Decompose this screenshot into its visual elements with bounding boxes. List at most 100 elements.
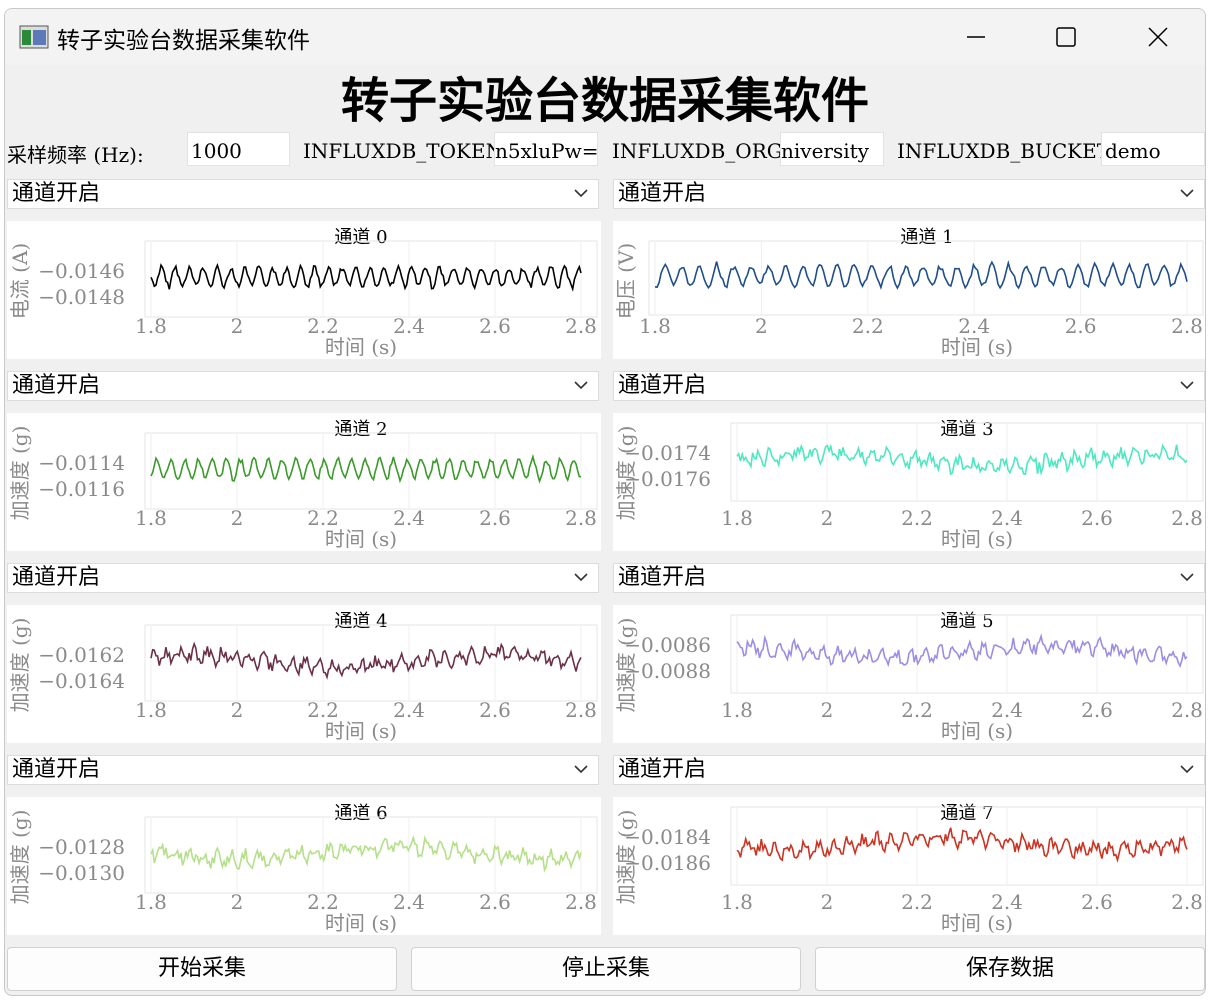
stop-acquisition-button[interactable]: 停止采集 <box>411 947 801 991</box>
x-tick-label: 1.8 <box>639 314 671 338</box>
plot-canvas: 通道 71.8 2 2.2 2.4 2.6 2.8时间 (s)加速度 (g)−0.0184… <box>614 803 1204 935</box>
plot-title: 通道 2 <box>334 419 387 440</box>
signal-trace <box>736 633 1188 668</box>
channel-select-value: 通道开启 <box>618 565 707 590</box>
bucket-input[interactable]: demo <box>1101 132 1205 166</box>
x-tick-label: 2.8 <box>565 314 597 338</box>
signal-trace <box>150 834 582 873</box>
signal-trace <box>150 453 582 484</box>
channel-2-plot: 通道 2 1.8 2 2.2 2.4 2.6 2.8 时间 (s) 加速度 (g) −0.0114… <box>7 413 601 551</box>
token-input[interactable]: n5xluPw== <box>494 132 598 166</box>
x-tick-label: 1.8 <box>135 698 167 722</box>
y-tick-label: −0.0176 <box>624 467 711 491</box>
x-tick-label: 2.2 <box>901 698 933 722</box>
x-tick-label: 2.8 <box>565 890 597 914</box>
y-tick-label: −0.0148 <box>38 285 125 309</box>
app-window: 转子实验台数据采集软件 转子实验台数据采集软件 采样频率 (Hz): 1000 … <box>4 8 1206 996</box>
channel-select-value: 通道开启 <box>12 373 101 398</box>
x-tick-label: 2.2 <box>901 506 933 530</box>
page-title: 转子实验台数据采集软件 <box>340 73 869 129</box>
channel-1-plot: 通道 1 1.8 2 2.2 2.4 2.6 2.8 时间 (s) 电压 (V) <box>613 221 1205 359</box>
chevron-down-icon <box>1180 381 1194 390</box>
channel-0-select[interactable]: 通道开启 <box>7 179 599 209</box>
channel-select-value: 通道开启 <box>618 181 707 206</box>
channel-select-value: 通道开启 <box>618 757 707 782</box>
x-tick-label: 2 <box>231 314 244 338</box>
y-axis-label: 电流 (A) <box>8 243 32 319</box>
x-tick-label: 2 <box>821 890 834 914</box>
x-axis-label: 时间 (s) <box>325 719 397 743</box>
plot-canvas: 通道 01.8 2 2.2 2.4 2.6 2.8时间 (s)电流 (A) −0.0146−… <box>8 227 598 359</box>
x-tick-label: 2.8 <box>1171 698 1203 722</box>
x-axis-label: 时间 (s) <box>325 527 397 551</box>
plot-title: 通道 6 <box>334 803 387 824</box>
org-input[interactable]: niversity <box>780 132 884 166</box>
channel-7-select[interactable]: 通道开启 <box>613 755 1205 785</box>
x-tick-label: 2.8 <box>1171 890 1203 914</box>
x-tick-label: 1.8 <box>135 314 167 338</box>
x-tick-label: 2.6 <box>479 698 511 722</box>
app-icon <box>19 25 49 49</box>
channel-select-value: 通道开启 <box>12 565 101 590</box>
x-tick-label: 2 <box>231 890 244 914</box>
x-axis-label: 时间 (s) <box>941 719 1013 743</box>
sample-rate-label: 采样频率 (Hz): <box>7 143 144 167</box>
plot-title: 通道 1 <box>900 227 953 248</box>
x-tick-label: 2 <box>821 506 834 530</box>
x-tick-label: 1.8 <box>721 890 753 914</box>
channel-0-plot: 通道 0 1.8 2 2.2 2.4 2.6 2.8 时间 (s) 电流 (A) −0.0146−… <box>7 221 601 359</box>
y-tick-label: −0.0174 <box>624 441 711 465</box>
title-bar: 转子实验台数据采集软件 <box>5 9 1205 65</box>
chevron-down-icon <box>1180 765 1194 774</box>
signal-trace <box>736 827 1188 863</box>
sample-rate-input[interactable]: 1000 <box>187 132 290 166</box>
y-axis-label: 加速度 (g) <box>8 810 32 905</box>
plot-title: 通道 3 <box>940 419 993 440</box>
minimize-button[interactable] <box>931 9 1021 65</box>
x-tick-label: 2.6 <box>1081 890 1113 914</box>
plot-title: 通道 4 <box>334 611 387 632</box>
channel-4-select[interactable]: 通道开启 <box>7 563 599 593</box>
x-tick-label: 2 <box>231 698 244 722</box>
plot-canvas: 通道 51.8 2 2.2 2.4 2.6 2.8时间 (s)加速度 (g)−0.0086… <box>614 611 1204 743</box>
chevron-down-icon <box>574 189 588 198</box>
channel-7-plot: 通道 7 1.8 2 2.2 2.4 2.6 2.8 时间 (s) 加速度 (g) −0.0184… <box>613 797 1205 935</box>
y-tick-label: −0.0186 <box>624 851 711 875</box>
x-tick-label: 2.6 <box>479 890 511 914</box>
channel-5-plot: 通道 5 1.8 2 2.2 2.4 2.6 2.8 时间 (s) 加速度 (g) −0.0086… <box>613 605 1205 743</box>
y-tick-label: −0.0164 <box>38 669 125 693</box>
org-label: INFLUXDB_ORG: <box>612 139 790 163</box>
save-data-button[interactable]: 保存数据 <box>815 947 1205 991</box>
channel-3-select[interactable]: 通道开启 <box>613 371 1205 401</box>
channel-6-select[interactable]: 通道开启 <box>7 755 599 785</box>
x-axis-label: 时间 (s) <box>325 335 397 359</box>
channel-1-select[interactable]: 通道开启 <box>613 179 1205 209</box>
maximize-icon <box>1056 27 1076 47</box>
y-tick-label: −0.0162 <box>38 643 125 667</box>
x-tick-label: 2.8 <box>565 698 597 722</box>
plot-canvas: 通道 31.8 2 2.2 2.4 2.6 2.8时间 (s)加速度 (g)−0.0174… <box>614 419 1204 551</box>
chevron-down-icon <box>574 573 588 582</box>
chevron-down-icon <box>1180 189 1194 198</box>
channel-5-select[interactable]: 通道开启 <box>613 563 1205 593</box>
x-tick-label: 2 <box>821 698 834 722</box>
x-tick-label: 2.6 <box>479 506 511 530</box>
x-tick-label: 1.8 <box>721 506 753 530</box>
x-axis-label: 时间 (s) <box>325 911 397 935</box>
plot-canvas: 通道 61.8 2 2.2 2.4 2.6 2.8时间 (s)加速度 (g) −0.0128… <box>8 803 598 935</box>
close-button[interactable] <box>1113 9 1203 65</box>
x-tick-label: 2.6 <box>479 314 511 338</box>
x-tick-label: 2.4 <box>393 314 425 338</box>
channel-select-value: 通道开启 <box>12 757 101 782</box>
x-tick-label: 2.8 <box>565 506 597 530</box>
plot-frame <box>648 240 1204 316</box>
x-tick-label: 2 <box>755 314 768 338</box>
y-tick-label: −0.0114 <box>38 451 125 475</box>
maximize-button[interactable] <box>1021 9 1111 65</box>
channel-select-value: 通道开启 <box>12 181 101 206</box>
y-axis-label: 加速度 (g) <box>8 618 32 713</box>
channel-2-select[interactable]: 通道开启 <box>7 371 599 401</box>
channel-3-plot: 通道 3 1.8 2 2.2 2.4 2.6 2.8 时间 (s) 加速度 (g) −0.0174… <box>613 413 1205 551</box>
x-tick-label: 2.8 <box>1171 314 1203 338</box>
start-acquisition-button[interactable]: 开始采集 <box>7 947 397 991</box>
